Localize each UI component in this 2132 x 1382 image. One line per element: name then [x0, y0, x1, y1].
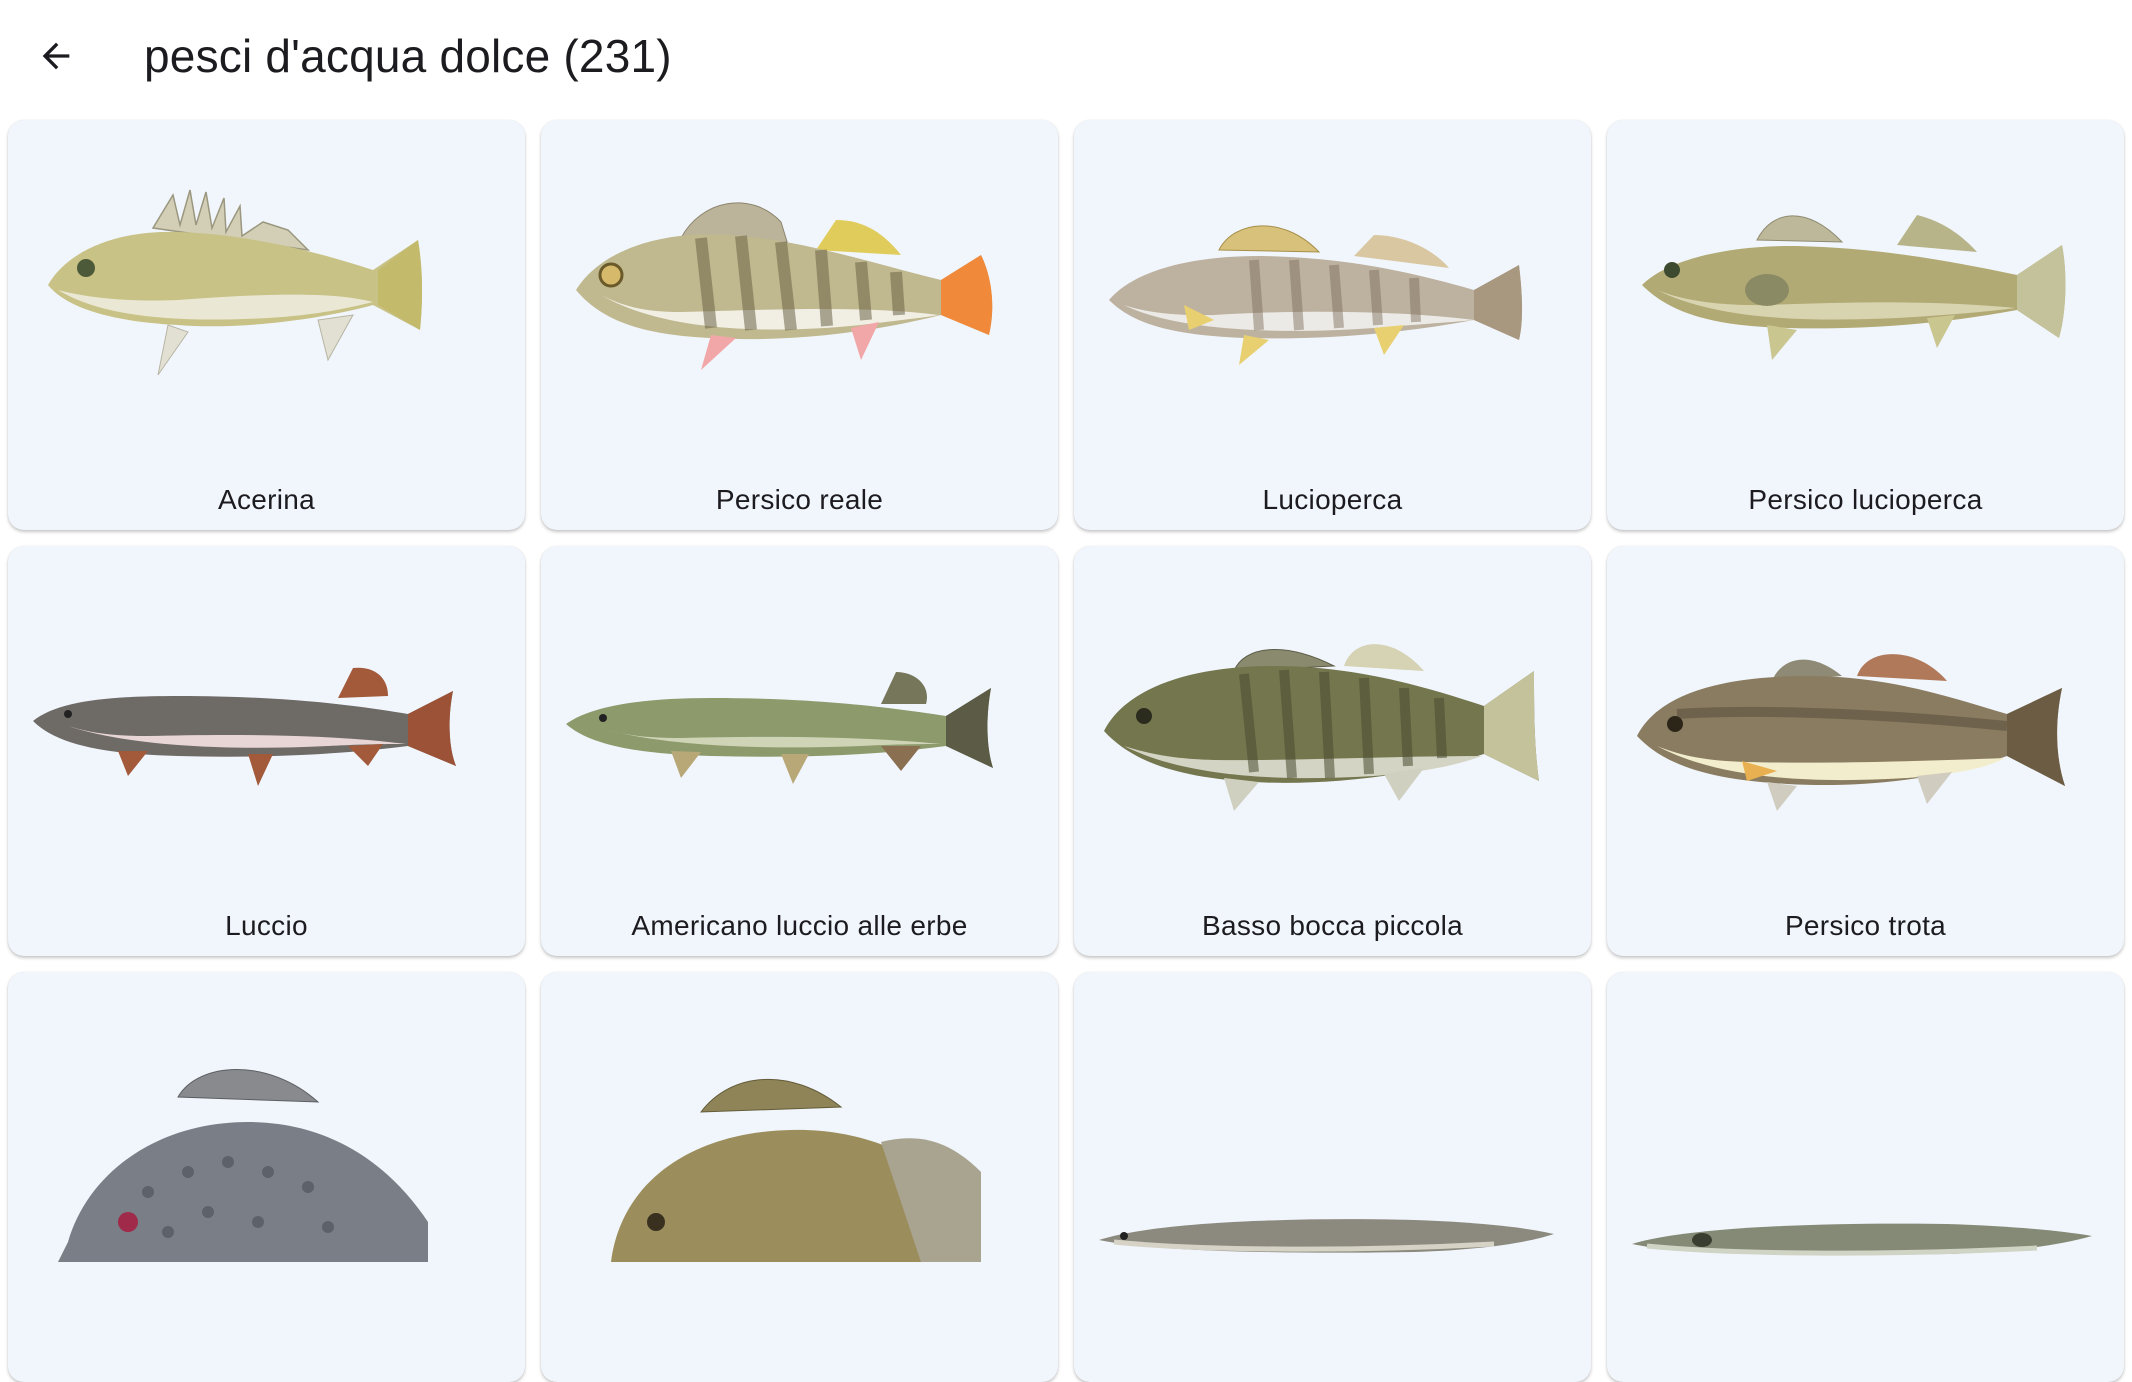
- fish-image-crappie: [58, 1069, 428, 1262]
- fish-image-ruffe: [48, 189, 423, 376]
- fish-card-crappie[interactable]: [8, 972, 525, 1382]
- fish-image-pike: [33, 667, 456, 786]
- arrow-back-icon: [42, 42, 70, 70]
- fish-image-eel: [1099, 1219, 1554, 1253]
- fish-card-americano-luccio[interactable]: Americano luccio alle erbe: [541, 546, 1058, 956]
- fish-label: Persico lucioperca: [1748, 484, 1983, 515]
- fish-card-acerina[interactable]: Acerina: [8, 120, 525, 530]
- fish-image-eel-2: [1632, 1223, 2092, 1256]
- fish-label: Persico trota: [1784, 910, 1947, 941]
- fish-image-walleye: [1642, 215, 2066, 360]
- fish-label: Persico reale: [715, 484, 884, 515]
- fish-card-persico-trota[interactable]: Persico trota: [1607, 546, 2124, 956]
- fish-card-persico-lucioperca[interactable]: Persico lucioperca: [1607, 120, 2124, 530]
- fish-label: Acerina: [217, 484, 316, 515]
- fish-image-perch: [576, 202, 993, 370]
- fish-card-basso-bocca-piccola[interactable]: Basso bocca piccola: [1074, 546, 1591, 956]
- page-title: pesci d'acqua dolce (231): [144, 30, 672, 82]
- fish-label: Basso bocca piccola: [1202, 910, 1463, 941]
- fish-image-largemouth-bass: [1637, 654, 2065, 811]
- fish-grid: Acerina Persico reale Lucioperca Persico…: [8, 120, 2126, 1382]
- fish-image-zander: [1109, 225, 1523, 365]
- back-button[interactable]: [24, 24, 88, 88]
- fish-card-lucioperca[interactable]: Lucioperca: [1074, 120, 1591, 530]
- fish-label: Lucioperca: [1262, 484, 1403, 515]
- fish-image-sunfish: [611, 1079, 981, 1262]
- fish-image-grass-pickerel: [566, 672, 993, 784]
- fish-card-eel[interactable]: [1074, 972, 1591, 1382]
- fish-card-eel-2[interactable]: [1607, 972, 2124, 1382]
- fish-label: Americano luccio alle erbe: [631, 910, 968, 941]
- fish-card-luccio[interactable]: Luccio: [8, 546, 525, 956]
- fish-card-sunfish[interactable]: [541, 972, 1058, 1382]
- fish-card-persico-reale[interactable]: Persico reale: [541, 120, 1058, 530]
- app-bar: pesci d'acqua dolce (231): [0, 0, 2132, 112]
- fish-image-smallmouth-bass: [1104, 644, 1539, 811]
- fish-label: Luccio: [225, 910, 308, 941]
